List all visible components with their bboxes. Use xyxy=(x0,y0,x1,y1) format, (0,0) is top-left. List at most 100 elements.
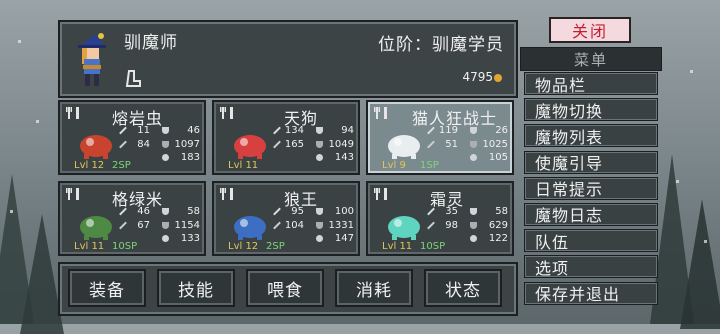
monster-stats: 35 58 98 629 122 xyxy=(424,205,510,246)
tab-consume[interactable]: 消耗 xyxy=(335,269,413,307)
stat-defense: 46 xyxy=(187,125,200,136)
magic-icon xyxy=(273,221,281,229)
fork-knife-icon xyxy=(220,107,233,119)
health-icon xyxy=(316,154,323,161)
stat-defense: 94 xyxy=(341,125,354,136)
health-icon xyxy=(470,235,477,242)
monster-level: Lvl 12 xyxy=(228,241,259,252)
stat-magic-defense: 629 xyxy=(488,219,508,231)
attack-icon xyxy=(427,207,435,216)
stat-health: 133 xyxy=(180,233,200,244)
defense-icon xyxy=(162,127,169,134)
monster-stats: 134 94 165 1049 143 xyxy=(270,124,356,165)
magic-defense-icon xyxy=(470,140,477,148)
monster-skill-points: 2SP xyxy=(266,241,285,252)
monster-sprite xyxy=(388,135,420,159)
tab-skills[interactable]: 技能 xyxy=(157,269,235,307)
stat-magic: 98 xyxy=(445,219,458,231)
stat-attack: 134 xyxy=(284,125,304,136)
menu-item-monster-journal[interactable]: 魔物日志 xyxy=(524,202,658,226)
defense-icon xyxy=(162,208,169,215)
menu-item-save-and-quit[interactable]: 保存并退出 xyxy=(524,281,658,305)
monster-skill-points: 1SP xyxy=(420,160,439,171)
monster-card[interactable]: 狼王 95 100 104 1331 147 Lvl 12 2SP xyxy=(212,181,360,256)
tab-equipment[interactable]: 装备 xyxy=(68,269,146,307)
magic-defense-icon xyxy=(470,221,477,229)
fork-knife-icon xyxy=(374,188,387,200)
menu-item-party[interactable]: 队伍 xyxy=(524,229,658,253)
monster-card[interactable]: 熔岩虫 11 46 84 1097 183 Lvl 12 2SP xyxy=(58,100,206,175)
magic-defense-icon xyxy=(162,140,169,148)
stat-health: 183 xyxy=(180,152,200,163)
attack-icon xyxy=(427,126,435,135)
fork-knife-icon xyxy=(220,188,233,200)
monster-card[interactable]: 天狗 134 94 165 1049 143 Lvl 11 xyxy=(212,100,360,175)
monster-stats: 95 100 104 1331 147 xyxy=(270,205,356,246)
stat-health: 122 xyxy=(488,233,508,244)
stat-attack: 46 xyxy=(137,206,150,217)
magic-icon xyxy=(119,140,127,148)
gold-amount: 4795 xyxy=(462,70,502,84)
menu-title: 菜单 xyxy=(520,47,662,71)
monster-skill-points: 2SP xyxy=(112,160,131,171)
stat-attack: 11 xyxy=(137,125,150,136)
health-icon xyxy=(162,235,169,242)
tamer-profile-panel: 驯魔师 位阶：驯魔学员 4795 xyxy=(58,20,518,98)
stat-defense: 26 xyxy=(495,125,508,136)
defense-icon xyxy=(470,127,477,134)
attack-icon xyxy=(119,207,127,216)
monster-sprite xyxy=(80,135,112,159)
stat-magic: 84 xyxy=(137,138,150,150)
boot-icon xyxy=(125,70,141,87)
stat-magic: 67 xyxy=(137,219,150,231)
defense-icon xyxy=(316,127,323,134)
stat-attack: 35 xyxy=(445,206,458,217)
tamer-name: 驯魔师 xyxy=(124,33,178,53)
menu-item-familiar-guide[interactable]: 使魔引导 xyxy=(524,150,658,174)
monster-sprite xyxy=(234,216,266,240)
attack-icon xyxy=(119,126,127,135)
health-icon xyxy=(470,154,477,161)
monster-stats: 119 26 51 1025 105 xyxy=(424,124,510,165)
monster-card[interactable]: 猫人狂战士 119 26 51 1025 105 Lvl 9 1SP xyxy=(366,100,514,175)
monster-stats: 11 46 84 1097 183 xyxy=(116,124,202,165)
menu-item-inventory[interactable]: 物品栏 xyxy=(524,72,658,95)
defense-icon xyxy=(470,208,477,215)
monster-level: Lvl 11 xyxy=(382,241,413,252)
magic-icon xyxy=(427,221,435,229)
monster-card[interactable]: 霜灵 35 58 98 629 122 Lvl 11 10SP xyxy=(366,181,514,256)
stat-defense: 58 xyxy=(187,206,200,217)
tamer-avatar xyxy=(78,33,106,86)
stat-magic-defense: 1331 xyxy=(328,219,354,231)
monster-sprite xyxy=(234,135,266,159)
stat-defense: 58 xyxy=(495,206,508,217)
tab-feed[interactable]: 喂食 xyxy=(246,269,324,307)
stat-magic: 51 xyxy=(445,138,458,150)
close-button[interactable]: 关闭 xyxy=(549,17,631,43)
menu-item-monster-switch[interactable]: 魔物切换 xyxy=(524,98,658,122)
monster-level: Lvl 12 xyxy=(74,160,105,171)
stat-magic: 165 xyxy=(284,138,304,150)
attack-icon xyxy=(273,207,281,216)
menu-item-options[interactable]: 选项 xyxy=(524,255,658,279)
stat-health: 105 xyxy=(488,152,508,163)
stat-magic-defense: 1154 xyxy=(174,219,200,231)
menu-item-daily-tips[interactable]: 日常提示 xyxy=(524,176,658,200)
magic-defense-icon xyxy=(162,221,169,229)
menu-item-monster-list[interactable]: 魔物列表 xyxy=(524,124,658,148)
monster-card[interactable]: 格绿米 46 58 67 1154 133 Lvl 11 10SP xyxy=(58,181,206,256)
fork-knife-icon xyxy=(374,107,387,119)
tab-status[interactable]: 状态 xyxy=(424,269,502,307)
fork-knife-icon xyxy=(66,107,79,119)
magic-icon xyxy=(427,140,435,148)
tamer-rank: 位阶：驯魔学员 xyxy=(378,35,504,55)
fork-knife-icon xyxy=(66,188,79,200)
monster-level: Lvl 11 xyxy=(228,160,259,171)
monster-level: Lvl 11 xyxy=(74,241,105,252)
magic-defense-icon xyxy=(316,221,323,229)
monster-stats: 46 58 67 1154 133 xyxy=(116,205,202,246)
stat-attack: 95 xyxy=(291,206,304,217)
action-tab-bar: 装备 技能 喂食 消耗 状态 xyxy=(58,262,518,316)
defense-icon xyxy=(316,208,323,215)
health-icon xyxy=(316,235,323,242)
